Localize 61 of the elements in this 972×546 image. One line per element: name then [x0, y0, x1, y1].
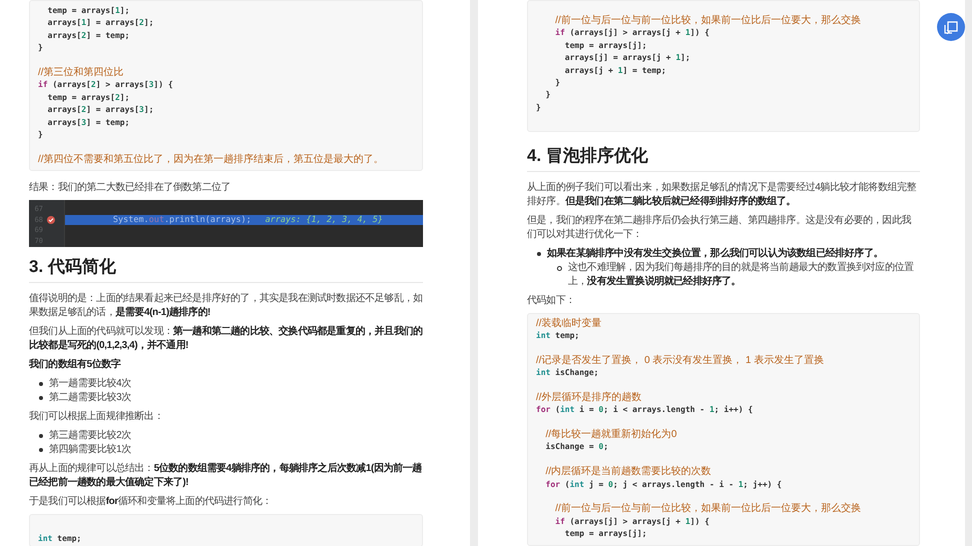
code-line: if (arrays[2] > arrays[3]) {	[38, 79, 174, 92]
code-line: //第三位和第四位比	[38, 66, 125, 80]
code-line: if (arrays[j] > arrays[j + 1]) {	[554, 27, 710, 40]
list-item: 第二趟需要比较3次	[49, 391, 131, 406]
section-heading: 4. 冒泡排序优化	[527, 142, 920, 172]
code-line: //内层循环是当前趟数需要比较的次数	[544, 466, 712, 479]
code-line: arrays[j + 1] = temp;	[564, 64, 668, 77]
paragraph: 结果：我们的第二大数已经排在了倒数第二位了	[29, 181, 232, 196]
list-item: 第四躺需要比较1次	[49, 443, 131, 458]
paragraph: 我们可以根据上面规律推断出：	[29, 410, 164, 424]
code-line: //前一位与后一位与前一位比较，如果前一位比后一位要大，那么交换	[554, 15, 862, 28]
list-item: 这也不难理解，因为我们每趟排序的目的就是将当前趟最大的数置换到对应的位置上，没有发生置换说明就已经排好序了。	[568, 260, 915, 289]
bullet-icon	[39, 434, 43, 438]
code-line: temp = arrays[2];	[46, 92, 131, 104]
code-line: temp = arrays[1];	[46, 5, 131, 17]
document-icon	[944, 20, 958, 34]
code-line: //第四位不需要和第五位比了，因为在第一趟排序结束后，第五位是最大的了。	[38, 154, 385, 166]
code-line: arrays[3] = temp;	[46, 116, 131, 129]
code-line: arrays[2] = temp;	[46, 30, 131, 42]
code-line: temp = arrays[j];	[564, 528, 648, 540]
code-line: }	[544, 89, 552, 102]
bullet-icon	[557, 266, 562, 271]
code-line: temp = arrays[j];	[564, 40, 648, 52]
bullet-icon	[39, 448, 43, 452]
code-line: int temp;	[38, 533, 82, 546]
code-line: arrays[1] = arrays[2];	[46, 17, 155, 30]
bullet-icon	[39, 382, 43, 386]
code-line: System.out.println(arrays);	[113, 214, 252, 225]
code-line: //每比较一趟就重新初始化为0	[544, 429, 678, 442]
list-item: 第一趟需要比较4次	[49, 377, 131, 392]
code-line: int temp;	[536, 330, 580, 342]
list-item: 第三趟需要比较2次	[49, 429, 131, 444]
code-line: int isChange;	[536, 367, 600, 380]
section-heading: 3. 代码简化	[29, 253, 423, 284]
paragraph: 从上面的例子我们可以看出来，如果数据足够乱的情况下是需要经过4躺比较才能将数组完整排好序。但是我们在第二躺比较后就已经得到排好序的数组了。	[527, 180, 918, 209]
code-line: //前一位与后一位与前一位比较，如果前一位比后一位要大，那么交换	[554, 503, 862, 516]
paragraph: 但是，我们的程序在第二趟排序后仍会执行第三趟、第四趟排序。这是没有必要的，因此我们可以对其进行优化一下：	[527, 214, 912, 242]
paragraph: 于是我们可以根据for循环和变量将上面的代码进行简化：	[29, 495, 273, 510]
code-line: //记录是否发生了置换， 0 表示没有发生置换， 1 表示发生了置换	[536, 354, 825, 368]
inline-value: arrays: {1, 2, 3, 4, 5}	[265, 214, 383, 225]
code-line: }	[38, 42, 44, 54]
code-line: }	[554, 76, 562, 89]
code-line: if (arrays[j] > arrays[j + 1]) {	[554, 516, 710, 528]
code-line: }	[38, 128, 44, 141]
code-line: arrays[2] = arrays[3];	[46, 104, 155, 116]
code-line: isChange = 0;	[544, 441, 610, 454]
code-line: for (int i = 0; i < arrays.length - 1; i++) {	[536, 404, 754, 416]
paragraph: 值得说明的是：上面的结果看起来已经是排序好的了，其实是我在测试时数据还不足够乱，如果数据足够乱的话，是需要4(n-1)趟排序的!	[29, 292, 423, 320]
code-line: arrays[j] = arrays[j + 1];	[564, 52, 692, 64]
paragraph: 再从上面的规律可以总结出：5位数的数组需要4躺排序的，每躺排序之后次数减1(因为前一趟已经把前一趟数的最大值确定下来了)!	[29, 462, 423, 490]
breakpoint-icon	[47, 216, 55, 224]
list-item: 如果在某躺排序中没有发生交换位置，那么我们可以认为该数组已经排好序了。	[547, 246, 884, 261]
code-line: //外层循环是排序的趟数	[536, 392, 643, 404]
bullet-icon	[39, 396, 43, 400]
code-line: for (int j = 0; j < arrays.length - i - 1; j++) {	[544, 478, 783, 491]
paragraph: 但我们从上面的代码就可以发现：第一趟和第二趟的比较、交换代码都是重复的，并且我们的比较都是写死的(0,1,2,3,4)，并不通用!	[29, 325, 423, 354]
code-line: }	[536, 102, 542, 114]
code-line: //装载临时变量	[536, 318, 603, 330]
paragraph: 我们的数组有5位数字	[29, 358, 122, 372]
bullet-icon	[537, 252, 541, 256]
paragraph: 代码如下：	[527, 294, 576, 308]
